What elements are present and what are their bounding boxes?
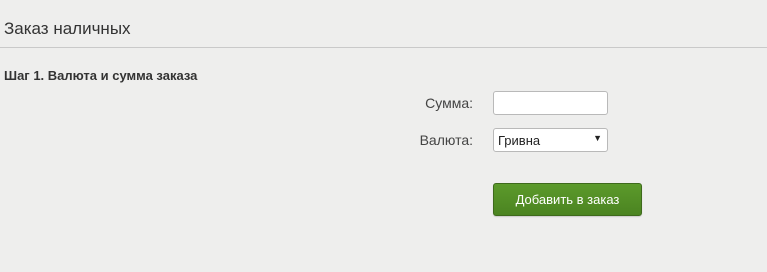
amount-label: Сумма: [425,95,473,111]
cash-order-page: Заказ наличных Шаг 1. Валюта и сумма зак… [0,0,767,272]
currency-select[interactable]: Гривна ▼ [493,128,608,152]
step-title: Шаг 1. Валюта и сумма заказа [4,68,198,83]
add-to-order-button[interactable]: Добавить в заказ [493,183,642,216]
amount-input[interactable] [493,91,608,115]
chevron-down-icon: ▼ [593,133,602,143]
title-divider [0,47,767,48]
currency-label: Валюта: [419,132,473,148]
currency-selected-value: Гривна [498,133,541,148]
page-title: Заказ наличных [4,19,131,38]
